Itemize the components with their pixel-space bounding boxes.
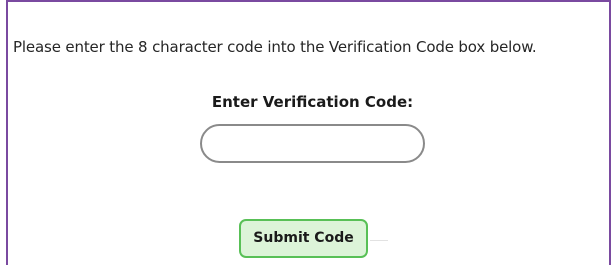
- verification-page: Please enter the 8 character code into t…: [0, 0, 615, 265]
- instruction-text: Please enter the 8 character code into t…: [13, 38, 537, 56]
- verification-code-input[interactable]: [200, 124, 425, 163]
- submit-code-button[interactable]: Submit Code: [239, 219, 368, 258]
- divider: [370, 240, 388, 241]
- verification-code-label: Enter Verification Code:: [211, 93, 414, 111]
